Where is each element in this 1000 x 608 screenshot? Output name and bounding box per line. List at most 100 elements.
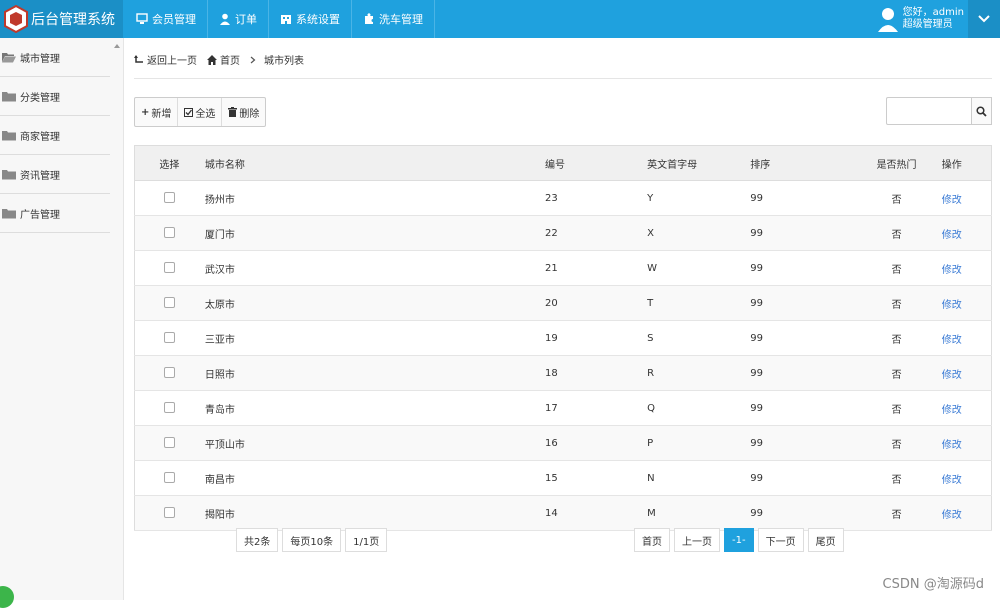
total-count: 共2条 — [236, 528, 279, 552]
sidebar-item-ads[interactable]: 广告管理 — [0, 194, 110, 233]
cell-city-name: 扬州市 — [203, 180, 544, 216]
home-link[interactable]: 首页 — [207, 52, 240, 67]
edit-link[interactable]: 修改 — [942, 405, 962, 416]
table-row: 平顶山市 16 P 99 否修改 — [134, 425, 992, 461]
logo-icon — [4, 5, 28, 33]
chevron-down-icon — [978, 15, 990, 23]
add-button[interactable]: + 新增 — [135, 98, 179, 126]
table-row: 武汉市 21 W 99 否修改 — [134, 250, 992, 286]
edit-link[interactable]: 修改 — [942, 475, 962, 486]
sidebar-item-label: 资讯管理 — [20, 170, 60, 182]
cell-number: 17 — [543, 390, 647, 426]
sidebar-item-label: 城市管理 — [20, 53, 60, 65]
cell-hot: 否 — [852, 320, 941, 356]
cell-number: 16 — [543, 425, 647, 461]
breadcrumb: 返回上一页 首页 城市列表 — [134, 52, 992, 79]
folder-open-icon — [2, 52, 16, 62]
cell-sort: 99 — [749, 180, 853, 216]
last-page-button[interactable]: 尾页 — [807, 528, 844, 552]
user-info[interactable]: 您好，admin 超级管理员 — [877, 0, 964, 38]
row-checkbox[interactable] — [163, 262, 175, 274]
cell-letter: M — [646, 495, 750, 531]
folder-icon — [2, 169, 16, 179]
row-checkbox[interactable] — [163, 332, 175, 344]
nav-item-carwash[interactable]: 洗车管理 — [352, 0, 435, 38]
cell-hot: 否 — [852, 390, 941, 426]
edit-link[interactable]: 修改 — [942, 335, 962, 346]
user-greeting: 您好，admin — [902, 7, 964, 18]
edit-link[interactable]: 修改 — [942, 230, 962, 241]
nav-item-order[interactable]: 订单 — [208, 0, 269, 38]
cell-hot: 否 — [852, 425, 941, 461]
top-bar: 后台管理系统 会员管理 订单 系统设置 洗车管理 您好，admin 超级管理员 — [0, 0, 1000, 38]
edit-link[interactable]: 修改 — [942, 195, 962, 206]
edit-link[interactable]: 修改 — [942, 510, 962, 521]
edit-link[interactable]: 修改 — [942, 300, 962, 311]
cell-number: 22 — [543, 215, 647, 251]
sidebar-item-city[interactable]: 城市管理 — [0, 38, 110, 77]
user-role: 超级管理员 — [902, 19, 953, 30]
row-checkbox[interactable] — [163, 507, 175, 519]
cell-sort: 99 — [749, 495, 853, 531]
row-checkbox[interactable] — [163, 402, 175, 414]
cell-letter: Q — [646, 390, 750, 426]
table-row: 南昌市 15 N 99 否修改 — [134, 460, 992, 496]
search-input[interactable] — [886, 97, 972, 125]
search-button[interactable] — [972, 97, 992, 125]
user-menu-toggle[interactable] — [968, 0, 1000, 38]
cell-hot: 否 — [852, 460, 941, 496]
cell-letter: R — [646, 355, 750, 391]
check-square-icon — [184, 107, 194, 117]
scroll-up-arrow-icon[interactable] — [114, 44, 120, 48]
cell-number: 19 — [543, 320, 647, 356]
cell-sort: 99 — [749, 390, 853, 426]
folder-icon — [2, 91, 16, 101]
col-letter: 英文首字母 — [646, 145, 750, 181]
watermark: CSDN @淘源码d — [882, 577, 984, 592]
cell-sort: 99 — [749, 425, 853, 461]
back-label: 返回上一页 — [147, 56, 197, 67]
back-link[interactable]: 返回上一页 — [134, 52, 197, 67]
edit-link[interactable]: 修改 — [942, 265, 962, 276]
cell-hot: 否 — [852, 250, 941, 286]
row-checkbox[interactable] — [163, 437, 175, 449]
next-page-button[interactable]: 下一页 — [757, 528, 804, 552]
delete-label: 删除 — [239, 108, 260, 120]
sidebar-item-news[interactable]: 资讯管理 — [0, 155, 110, 194]
delete-button[interactable]: 删除 — [222, 98, 265, 126]
nav-label: 订单 — [235, 13, 257, 26]
avatar-icon — [877, 8, 898, 32]
prev-page-button[interactable]: 上一页 — [674, 528, 720, 552]
brand[interactable]: 后台管理系统 — [0, 0, 123, 38]
col-select: 选择 — [134, 145, 204, 181]
user-icon — [220, 13, 230, 25]
select-all-label: 全选 — [195, 108, 216, 120]
nav-item-member[interactable]: 会员管理 — [125, 0, 208, 38]
sidebar-item-label: 分类管理 — [20, 92, 60, 104]
edit-link[interactable]: 修改 — [942, 370, 962, 381]
nav-label: 洗车管理 — [379, 13, 423, 26]
add-label: 新增 — [151, 108, 172, 120]
row-checkbox[interactable] — [163, 227, 175, 239]
table-row: 三亚市 19 S 99 否修改 — [134, 320, 992, 356]
current-label: 城市列表 — [264, 56, 304, 67]
row-checkbox[interactable] — [163, 367, 175, 379]
row-checkbox[interactable] — [163, 192, 175, 204]
table-row: 厦门市 22 X 99 否修改 — [134, 215, 992, 251]
current-page-button[interactable]: -1- — [724, 528, 754, 552]
sidebar-item-merchant[interactable]: 商家管理 — [0, 116, 110, 155]
cell-letter: Y — [646, 180, 750, 216]
row-checkbox[interactable] — [163, 297, 175, 309]
edit-link[interactable]: 修改 — [942, 440, 962, 451]
select-all-button[interactable]: 全选 — [178, 98, 223, 126]
app-title: 后台管理系统 — [31, 12, 115, 28]
cell-sort: 99 — [749, 355, 853, 391]
col-hot: 是否热门 — [852, 145, 941, 181]
sidebar-item-category[interactable]: 分类管理 — [0, 77, 110, 116]
row-checkbox[interactable] — [163, 472, 175, 484]
first-page-button[interactable]: 首页 — [634, 528, 670, 552]
nav-item-settings[interactable]: 系统设置 — [269, 0, 352, 38]
cell-hot: 否 — [852, 285, 941, 321]
cell-city-name: 三亚市 — [203, 320, 544, 356]
table-row: 揭阳市 14 M 99 否修改 — [134, 495, 992, 531]
